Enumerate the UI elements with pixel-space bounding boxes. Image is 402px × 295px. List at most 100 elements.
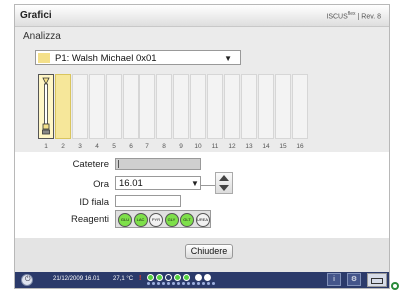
action-bar: Chiudere: [15, 238, 389, 272]
slot-indicator-icon: [147, 282, 150, 285]
slot-number: 3: [78, 143, 82, 150]
status-bar: ⏻ 21/12/2009 16.01 27,1 °C ! i ⚙: [15, 272, 389, 288]
brand-logo: ISCUSflex | Rev. 8: [326, 11, 381, 20]
slot-number: 11: [211, 143, 219, 150]
slot-indicator-icon: [187, 282, 190, 285]
spin-up-icon[interactable]: [219, 175, 229, 181]
brand-superscript: flex: [347, 11, 356, 17]
sample-slot[interactable]: [38, 74, 54, 139]
slot-indicator-icon: [202, 282, 205, 285]
slot-number: 5: [112, 143, 116, 150]
sample-slot[interactable]: [275, 74, 291, 139]
status-datetime: 21/12/2009 16.01: [53, 276, 100, 282]
brand-name: ISCUS: [326, 13, 348, 21]
close-button[interactable]: Chiudere: [185, 244, 233, 259]
slot-number: 9: [179, 143, 183, 150]
status-temperature: 27,1 °C: [113, 276, 134, 282]
folder-icon: [371, 278, 383, 284]
corner-logo-icon: [391, 282, 399, 290]
reagent-toggle-glu[interactable]: GLU: [118, 213, 132, 227]
dropdown-arrow-icon: ▼: [224, 54, 232, 63]
settings-button[interactable]: ⚙: [347, 273, 361, 286]
sample-slot[interactable]: [55, 74, 71, 139]
brand-revision: | Rev. 8: [357, 13, 381, 21]
reagent-status-icon: [204, 274, 211, 281]
reagent-toggle-pyr[interactable]: PYR: [149, 213, 163, 227]
reagenti-label: Reagenti: [70, 214, 109, 225]
reagent-toggle-glt[interactable]: GLT: [180, 213, 194, 227]
reagent-toggle-urea[interactable]: UREA: [195, 213, 210, 227]
slot-number: 7: [145, 143, 149, 150]
slot-indicator-icon: [207, 282, 210, 285]
reagent-toggle-lac[interactable]: LAC: [133, 213, 148, 227]
ora-value: 16.01: [119, 178, 143, 189]
syringe-icon: [42, 77, 50, 135]
slot-indicator-icon: [157, 282, 160, 285]
slot-number: 2: [61, 143, 65, 150]
window-title: Grafici: [20, 10, 52, 21]
sample-slot[interactable]: [156, 74, 172, 139]
slot-indicator-icon: [177, 282, 180, 285]
analysis-panel: Analizza P1: Walsh Michael 0x01 ▼ 123456…: [15, 27, 389, 152]
ora-label: Ora: [93, 179, 109, 190]
slot-indicator-icon: [182, 282, 185, 285]
slot-indicator-icon: [172, 282, 175, 285]
reagent-status-icon: [165, 274, 172, 281]
patient-color-swatch: [38, 53, 50, 63]
sample-slot[interactable]: [292, 74, 308, 139]
title-bar: Grafici ISCUSflex | Rev. 8: [15, 5, 389, 27]
reagent-status-icon: [156, 274, 163, 281]
slot-indicator-icon: [162, 282, 165, 285]
slot-indicator-icon: [197, 282, 200, 285]
app-window: Grafici ISCUSflex | Rev. 8 Analizza P1: …: [14, 4, 390, 289]
sample-slot[interactable]: [72, 74, 88, 139]
ora-field[interactable]: 16.01: [115, 176, 201, 190]
folder-button[interactable]: [367, 273, 387, 287]
patient-dropdown[interactable]: P1: Walsh Michael 0x01 ▼: [35, 50, 241, 65]
section-title: Analizza: [23, 31, 61, 42]
sample-slot[interactable]: [224, 74, 240, 139]
slot-number: 13: [245, 143, 253, 150]
power-button[interactable]: ⏻: [21, 274, 33, 286]
sample-slot[interactable]: [123, 74, 139, 139]
slot-number: 1: [44, 143, 48, 150]
sample-slot[interactable]: [139, 74, 155, 139]
sample-slot[interactable]: [207, 74, 223, 139]
ora-spinner[interactable]: [215, 172, 233, 194]
reagent-status-icon: [183, 274, 190, 281]
alert-icon: !: [139, 275, 142, 282]
sample-slot[interactable]: [258, 74, 274, 139]
sample-slot[interactable]: [89, 74, 105, 139]
slot-number: 8: [162, 143, 166, 150]
catetere-label: Catetere: [72, 159, 109, 170]
info-button[interactable]: i: [327, 273, 341, 286]
sample-slot[interactable]: [106, 74, 122, 139]
slot-indicator-icon: [167, 282, 170, 285]
slot-number: 14: [262, 143, 270, 150]
spin-down-icon[interactable]: [219, 185, 229, 191]
catetere-field[interactable]: [115, 158, 201, 170]
slot-indicator-icon: [192, 282, 195, 285]
slot-number: 10: [194, 143, 202, 150]
slot-number: 4: [95, 143, 99, 150]
text-caret: [118, 160, 119, 168]
divider: [201, 185, 215, 186]
sample-form: Catetere Ora 16.01 ▼ ID fiala Reagenti G…: [15, 152, 389, 238]
sample-slot[interactable]: [190, 74, 206, 139]
slot-number: 12: [228, 143, 236, 150]
sample-slot[interactable]: [173, 74, 189, 139]
reagent-status-icon: [195, 274, 202, 281]
patient-dropdown-value: P1: Walsh Michael 0x01: [55, 53, 157, 64]
ora-dropdown-arrow-icon[interactable]: ▼: [191, 179, 199, 188]
power-icon: ⏻: [25, 276, 31, 283]
reagent-status-icon: [147, 274, 154, 281]
reagent-toggle-gly[interactable]: GLY: [164, 213, 179, 227]
slot-number: 15: [279, 143, 287, 150]
idfiala-field[interactable]: [115, 195, 181, 207]
reagent-selector: GLU LAC PYR GLY GLT UREA: [115, 210, 211, 228]
sample-slot[interactable]: [241, 74, 257, 139]
reagent-status-icon: [174, 274, 181, 281]
slot-number: 6: [129, 143, 133, 150]
slot-number: 16: [296, 143, 304, 150]
slot-indicator-icon: [152, 282, 155, 285]
